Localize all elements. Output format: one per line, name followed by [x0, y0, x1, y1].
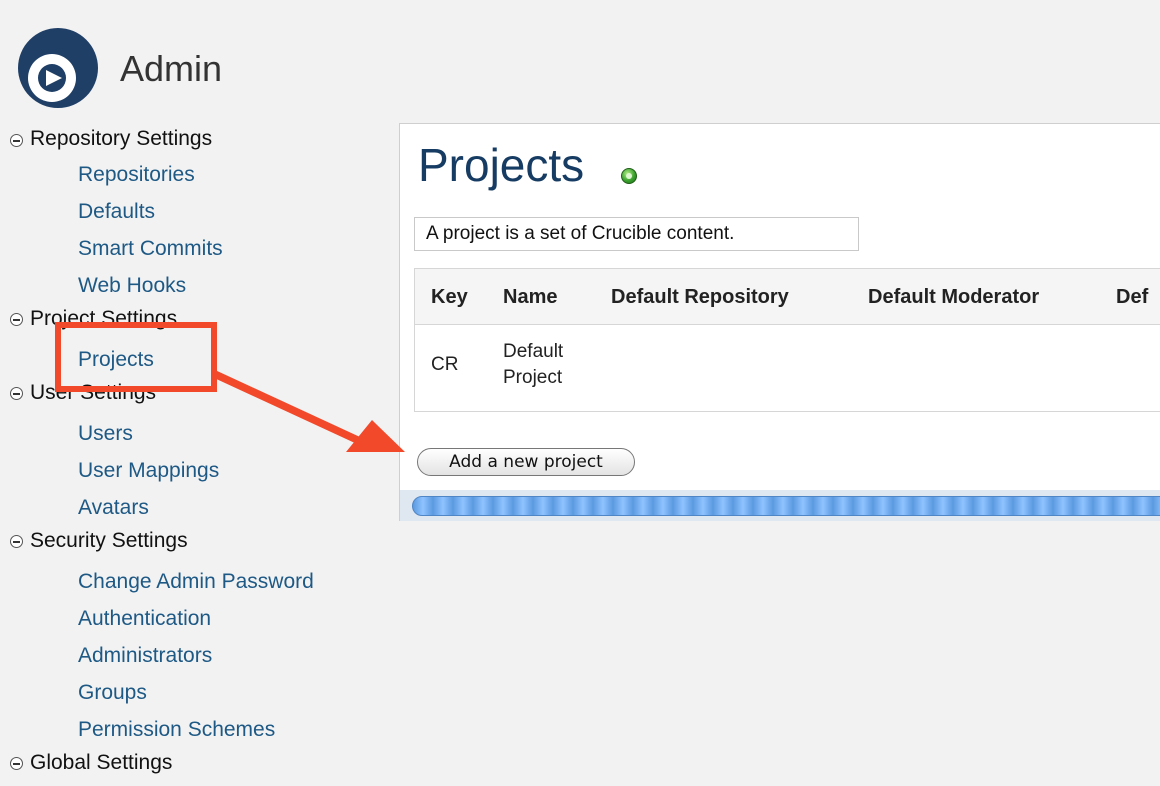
section-global-settings[interactable]: Global Settings	[0, 749, 398, 786]
collapse-icon[interactable]	[10, 134, 23, 147]
collapse-icon[interactable]	[10, 313, 23, 326]
section-user-settings[interactable]: User Settings	[0, 379, 398, 416]
description: A project is a set of Crucible content.	[414, 217, 859, 251]
loading-progress-bar	[412, 496, 1160, 516]
column-header-default-repository[interactable]: Default Repository	[611, 284, 789, 310]
sidebar-item-change-admin-password[interactable]: Change Admin Password	[0, 564, 398, 601]
cell-name-line2[interactable]: Project	[503, 365, 562, 391]
nav-link[interactable]: Groups	[78, 679, 147, 707]
nav-link[interactable]: Smart Commits	[78, 235, 223, 263]
collapse-icon[interactable]	[10, 387, 23, 400]
sidebar-item-permission-schemes[interactable]: Permission Schemes	[0, 712, 398, 749]
section-security-settings[interactable]: Security Settings	[0, 527, 398, 564]
cell-name-line1[interactable]: Default	[503, 339, 563, 365]
nav-link[interactable]: Permission Schemes	[78, 716, 275, 744]
nav-link[interactable]: Avatars	[78, 494, 149, 522]
sidebar-item-web-hooks[interactable]: Web Hooks	[0, 268, 398, 305]
nav-link[interactable]: Web Hooks	[78, 272, 186, 300]
sidebar-item-smart-commits[interactable]: Smart Commits	[0, 231, 398, 268]
column-header-name[interactable]: Name	[503, 284, 557, 310]
collapse-icon[interactable]	[10, 535, 23, 548]
section-project-settings[interactable]: Project Settings	[0, 305, 398, 342]
page-title: Projects	[418, 139, 585, 191]
nav-link[interactable]: Projects	[78, 346, 154, 374]
sidebar-item-authentication[interactable]: Authentication	[0, 601, 398, 638]
sidebar-item-repositories[interactable]: Repositories	[0, 157, 398, 194]
add-project-button[interactable]: Add a new project	[417, 448, 635, 476]
nav-link[interactable]: Authentication	[78, 605, 211, 633]
sidebar-item-groups[interactable]: Groups	[0, 675, 398, 712]
section-label: Repository Settings	[30, 127, 213, 150]
admin-sidebar: Repository Settings Repositories Default…	[0, 124, 398, 774]
section-label: Security Settings	[30, 529, 188, 552]
section-label: User Settings	[30, 381, 157, 404]
nav-link[interactable]: Defaults	[78, 198, 155, 226]
projects-table: Key Name Default Repository Default Mode…	[414, 268, 1160, 412]
table-header: Key Name Default Repository Default Mode…	[415, 269, 1160, 325]
app-header: Admin	[0, 0, 1160, 120]
sidebar-item-avatars[interactable]: Avatars	[0, 490, 398, 527]
sidebar-item-projects[interactable]: Projects	[0, 342, 398, 379]
collapse-icon[interactable]	[10, 757, 23, 770]
column-header-key[interactable]: Key	[431, 284, 468, 310]
section-label: Global Settings	[30, 751, 173, 774]
sidebar-item-administrators[interactable]: Administrators	[0, 638, 398, 675]
sidebar-item-defaults[interactable]: Defaults	[0, 194, 398, 231]
nav-link[interactable]: Administrators	[78, 642, 212, 670]
help-icon[interactable]	[621, 168, 637, 184]
nav-link[interactable]: Users	[78, 420, 133, 448]
sidebar-item-user-mappings[interactable]: User Mappings	[0, 453, 398, 490]
section-repository-settings[interactable]: Repository Settings	[0, 124, 398, 157]
cell-key[interactable]: CR	[431, 352, 458, 378]
column-header-def[interactable]: Def	[1116, 284, 1148, 310]
nav-link[interactable]: User Mappings	[78, 457, 219, 485]
app-title: Admin	[120, 48, 223, 89]
main-content: Projects A project is a set of Crucible …	[399, 123, 1160, 521]
crucible-logo-icon[interactable]	[16, 26, 100, 110]
column-header-default-moderator[interactable]: Default Moderator	[868, 284, 1039, 310]
section-label: Project Settings	[30, 307, 178, 330]
nav-link[interactable]: Change Admin Password	[78, 568, 314, 596]
table-row[interactable]: CR Default Project	[415, 325, 1160, 411]
nav-link[interactable]: Repositories	[78, 161, 195, 189]
sidebar-item-users[interactable]: Users	[0, 416, 398, 453]
